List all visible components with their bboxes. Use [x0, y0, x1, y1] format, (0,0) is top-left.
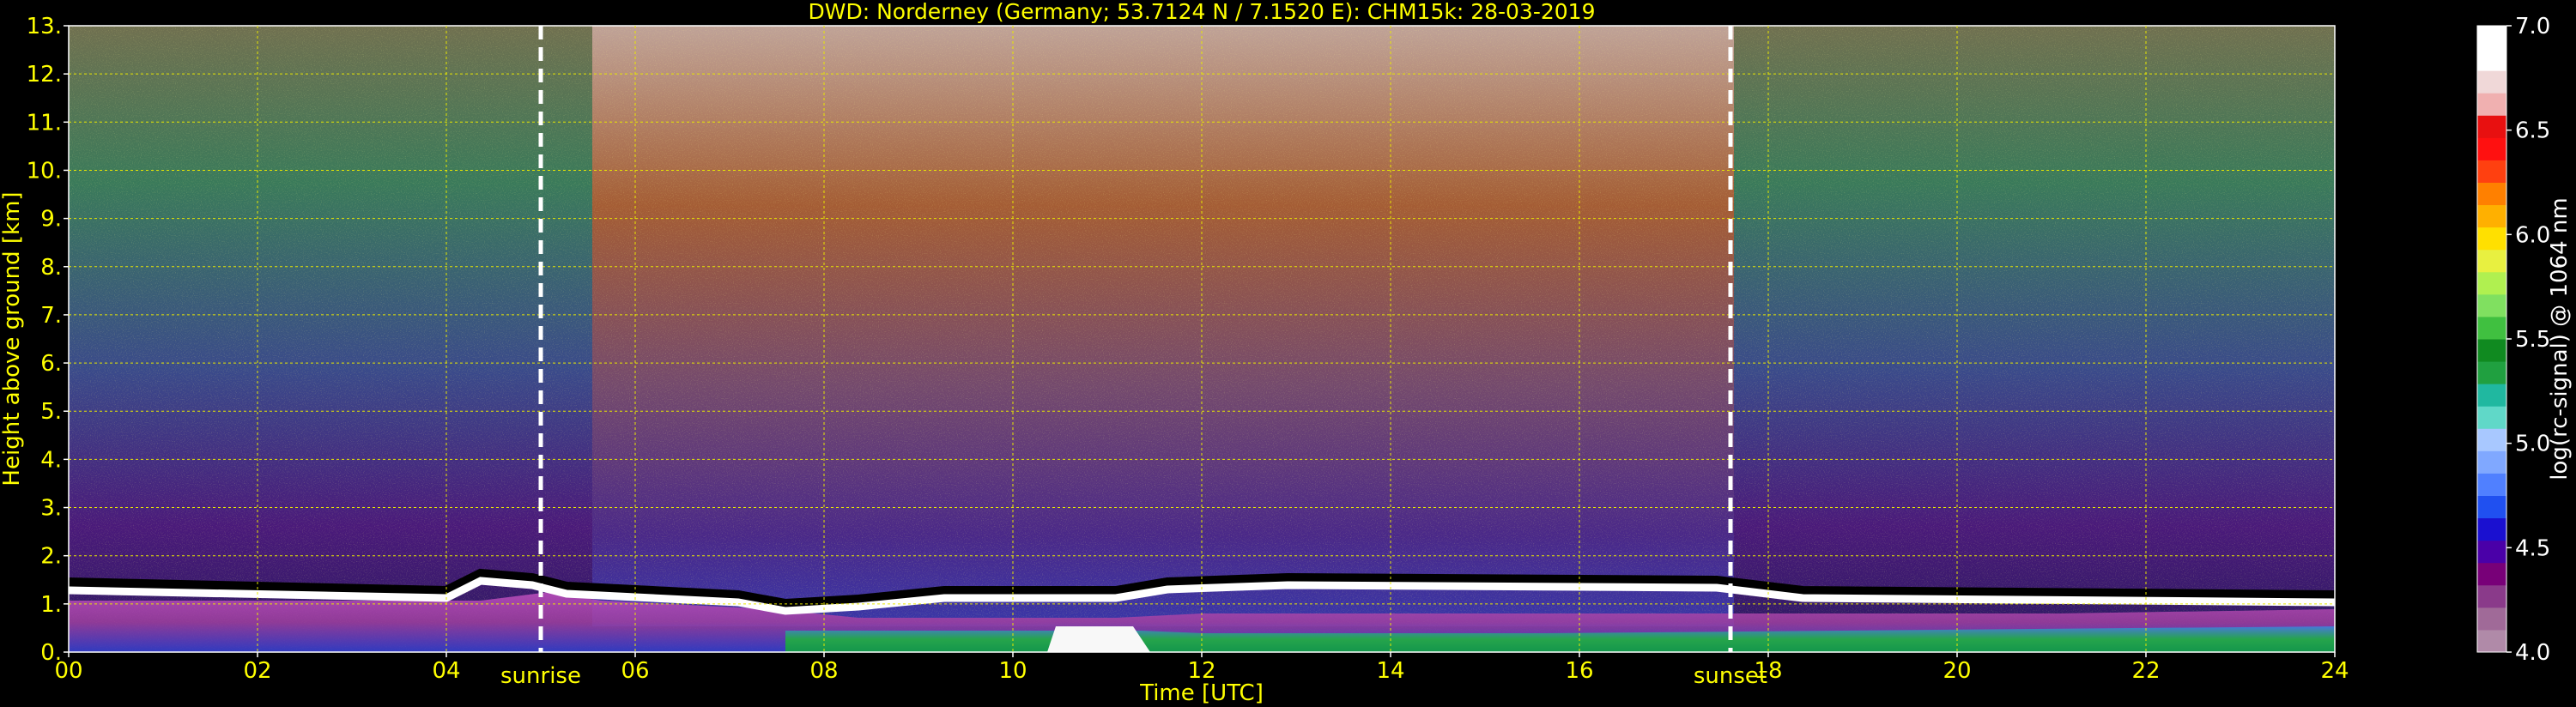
- y-tick-label: 6.: [40, 351, 62, 377]
- y-tick-label: 8.: [40, 255, 62, 281]
- chart-title: DWD: Norderney (Germany; 53.7124 N / 7.1…: [809, 0, 1596, 24]
- colorbar-segment: [2477, 361, 2506, 384]
- colorbar-segment: [2477, 584, 2506, 608]
- x-tick-label: 24: [2320, 658, 2349, 684]
- y-tick-label: 12.: [27, 62, 62, 88]
- x-tick-label: 04: [432, 658, 460, 684]
- colorbar-tick-label: 4.0: [2515, 640, 2550, 666]
- lidar-ceilometer-chart: 00 02 04 06 08 10 12 14 16 18 20 22 24 0.1.2.3.4.5.6…: [0, 0, 2573, 706]
- colorbar-segment: [2477, 517, 2506, 541]
- colorbar-segment: [2477, 406, 2506, 429]
- y-tick-label: 9.: [40, 207, 62, 233]
- colorbar-tick-label: 4.5: [2515, 535, 2550, 561]
- colorbar-ticks: 4.0 4.5 5.0 5.5 6.0 6.5 7.0: [2506, 14, 2550, 666]
- colorbar: [2477, 26, 2506, 653]
- sunrise-label: sunrise: [500, 663, 581, 689]
- colorbar-segment: [2477, 115, 2506, 138]
- colorbar-segment: [2477, 450, 2506, 474]
- x-axis-label: Time [UTC]: [1139, 680, 1264, 706]
- colorbar-segment: [2477, 607, 2506, 631]
- colorbar-segment: [2477, 629, 2506, 653]
- colorbar-tick-label: 5.0: [2515, 432, 2550, 457]
- x-tick-label: 06: [621, 658, 649, 684]
- x-tick-label: 08: [809, 658, 838, 684]
- colorbar-segment: [2477, 495, 2506, 519]
- colorbar-segment: [2477, 249, 2506, 273]
- y-tick-label: 3.: [40, 496, 62, 522]
- colorbar-segment: [2477, 384, 2506, 407]
- x-tick-label: 22: [2131, 658, 2160, 684]
- colorbar-tick-label: 6.5: [2515, 118, 2550, 144]
- y-tick-label: 5.: [40, 399, 62, 425]
- colorbar-segment: [2477, 137, 2506, 160]
- x-tick-label: 20: [1943, 658, 1971, 684]
- x-tick-label: 02: [243, 658, 271, 684]
- colorbar-segment: [2477, 227, 2506, 251]
- y-axis: 0. 1. 2. 3. 4. 5. 6. 7. 8. 9. 10. 11. 12. 13.: [27, 14, 69, 666]
- y-tick-label: 7.: [40, 303, 62, 329]
- colorbar-segment: [2477, 316, 2506, 340]
- colorbar-segment: [2477, 562, 2506, 586]
- colorbar-segment: [2477, 160, 2506, 183]
- x-axis: 00 02 04 06 08 10 12 14 16 18 20 22 24: [54, 652, 2349, 684]
- colorbar-tick-label: 6.0: [2515, 222, 2550, 248]
- y-tick-label: 0.: [40, 640, 62, 666]
- colorbar-segment: [2477, 339, 2506, 362]
- colorbar-segment: [2477, 26, 2506, 49]
- y-tick-label: 10.: [27, 158, 62, 184]
- colorbar-segment: [2477, 182, 2506, 206]
- colorbar-segment: [2477, 293, 2506, 317]
- colorbar-segment: [2477, 473, 2506, 496]
- y-tick-label: 4.: [40, 447, 62, 473]
- y-tick-label: 1.: [40, 592, 62, 618]
- colorbar-segment: [2477, 271, 2506, 295]
- sunset-label: sunset: [1694, 663, 1767, 689]
- colorbar-segment: [2477, 70, 2506, 94]
- colorbar-segment: [2477, 48, 2506, 71]
- x-tick-label: 14: [1376, 658, 1404, 684]
- y-tick-label: 2.: [40, 544, 62, 570]
- colorbar-segment: [2477, 93, 2506, 116]
- y-axis-label: Height above ground [km]: [0, 191, 25, 486]
- colorbar-label: log(rc-signal) @ 1064 nm: [2547, 197, 2573, 480]
- colorbar-segment: [2477, 204, 2506, 228]
- colorbar-segment: [2477, 540, 2506, 564]
- x-tick-label: 10: [998, 658, 1027, 684]
- y-tick-label: 13.: [27, 14, 62, 39]
- colorbar-tick-label: 5.5: [2515, 327, 2550, 353]
- colorbar-segment: [2477, 428, 2506, 451]
- colorbar-tick-label: 7.0: [2515, 14, 2550, 39]
- y-tick-label: 11.: [27, 110, 62, 136]
- x-tick-label: 16: [1565, 658, 1593, 684]
